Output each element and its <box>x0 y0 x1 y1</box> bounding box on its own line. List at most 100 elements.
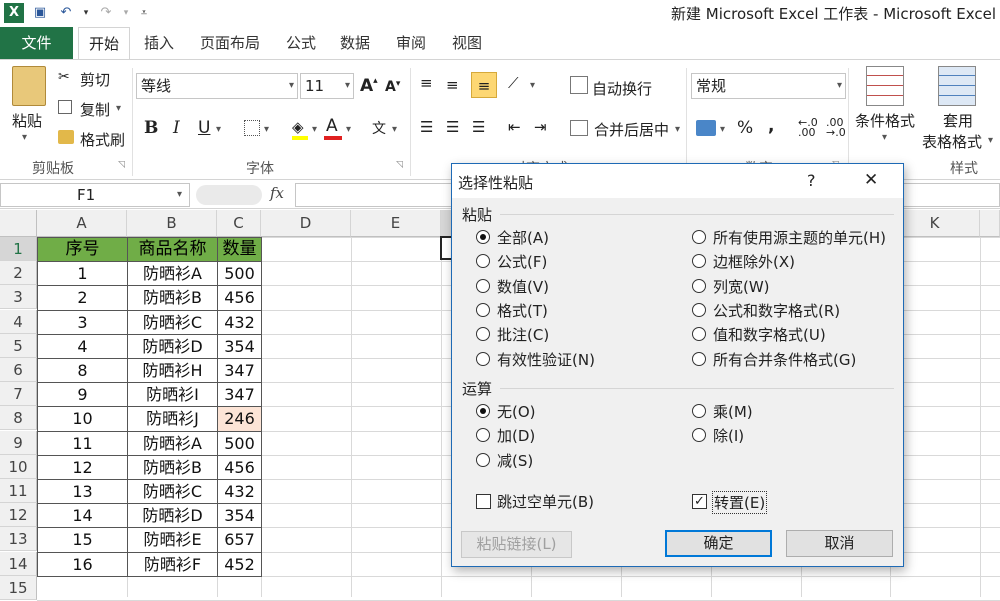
orientation-icon[interactable]: ⟋ <box>508 74 519 92</box>
table-cell[interactable]: 500 <box>217 430 262 456</box>
redo-icon[interactable]: ↷ <box>96 3 116 23</box>
conditional-format-button[interactable]: 条件格式 <box>855 110 915 131</box>
table-cell[interactable]: 防晒衫B <box>127 454 218 480</box>
column-header-d[interactable]: D <box>261 210 351 237</box>
copy-button[interactable]: 复制 <box>80 99 110 120</box>
table-cell[interactable]: 452 <box>217 551 262 577</box>
row-header[interactable]: 10 <box>0 454 37 479</box>
border-icon[interactable] <box>244 120 260 136</box>
operation-option-label[interactable]: 乘(M) <box>713 401 753 422</box>
wrap-text-icon[interactable] <box>570 76 588 94</box>
align-bottom-icon[interactable]: ≡ <box>471 72 497 98</box>
merge-center-button[interactable]: 合并后居中 <box>594 119 669 140</box>
font-size-dropdown-icon[interactable]: ▾ <box>345 74 350 98</box>
ok-button[interactable]: 确定 <box>665 530 772 557</box>
table-cell[interactable]: 354 <box>217 503 262 529</box>
phonetic-icon[interactable]: 文 <box>372 118 386 138</box>
table-cell[interactable]: 500 <box>217 261 262 287</box>
skip-blanks-checkbox[interactable] <box>476 494 491 509</box>
table-cell[interactable]: 3 <box>37 309 128 335</box>
table-cell[interactable]: 防晒衫J <box>127 406 218 432</box>
paste-option-radio[interactable] <box>692 278 706 293</box>
tab-view[interactable]: 视图 <box>444 27 490 59</box>
paste-option-radio[interactable] <box>692 327 706 342</box>
accounting-format-icon[interactable] <box>696 120 716 136</box>
table-cell[interactable]: 432 <box>217 479 262 505</box>
phonetic-dropdown-icon[interactable]: ▾ <box>392 124 397 135</box>
font-name-combo[interactable]: 等线 ▾ <box>136 73 298 99</box>
cut-icon[interactable]: ✂ <box>58 69 70 85</box>
table-cell[interactable]: 12 <box>37 454 128 480</box>
row-header[interactable]: 12 <box>0 503 37 528</box>
table-cell[interactable]: 14 <box>37 503 128 529</box>
paste-option-radio[interactable] <box>476 302 490 317</box>
table-cell[interactable]: 16 <box>37 551 128 577</box>
column-header-a[interactable]: A <box>37 210 127 237</box>
table-cell[interactable]: 10 <box>37 406 128 432</box>
help-button[interactable]: ? <box>807 171 816 190</box>
tab-review[interactable]: 审阅 <box>388 27 434 59</box>
align-center-icon[interactable]: ☰ <box>446 118 459 136</box>
table-cell[interactable]: 防晒衫D <box>127 503 218 529</box>
table-cell[interactable]: 防晒衫B <box>127 285 218 311</box>
tab-data[interactable]: 数据 <box>332 27 378 59</box>
undo-dropdown-icon[interactable]: ▾ <box>76 3 96 23</box>
orientation-dropdown-icon[interactable]: ▾ <box>530 80 535 91</box>
format-as-table-icon[interactable] <box>938 66 976 106</box>
table-cell[interactable]: 8 <box>37 358 128 384</box>
header-cell[interactable]: 数量 <box>217 237 262 263</box>
number-format-dropdown-icon[interactable]: ▾ <box>837 74 842 98</box>
redo-dropdown-icon[interactable]: ▾ <box>116 3 136 23</box>
border-dropdown-icon[interactable]: ▾ <box>264 124 269 135</box>
paste-option-label[interactable]: 有效性验证(N) <box>497 349 595 370</box>
table-cell[interactable]: 432 <box>217 309 262 335</box>
tab-page-layout[interactable]: 页面布局 <box>190 27 270 59</box>
paste-option-label[interactable]: 所有合并条件格式(G) <box>713 349 856 370</box>
table-cell[interactable]: 防晒衫C <box>127 309 218 335</box>
operation-option-label[interactable]: 减(S) <box>497 450 533 471</box>
operation-option-radio[interactable] <box>476 452 490 467</box>
paste-option-radio[interactable] <box>476 278 490 293</box>
clipboard-launcher-icon[interactable]: ◹ <box>118 160 125 170</box>
column-header-b[interactable]: B <box>127 210 217 237</box>
paste-option-radio[interactable] <box>476 230 490 244</box>
paste-option-label[interactable]: 数值(V) <box>497 276 549 297</box>
row-header[interactable]: 15 <box>0 575 37 600</box>
operation-option-label[interactable]: 加(D) <box>497 425 535 446</box>
undo-icon[interactable]: ↶ <box>56 3 76 23</box>
format-as-table-dropdown-icon[interactable]: ▾ <box>988 135 993 146</box>
row-header[interactable]: 6 <box>0 358 37 382</box>
font-size-combo[interactable]: 11 ▾ <box>300 73 354 99</box>
paste-option-label[interactable]: 列宽(W) <box>713 276 770 297</box>
table-cell[interactable]: 15 <box>37 527 128 553</box>
save-icon[interactable]: ▣ <box>30 3 50 23</box>
align-right-icon[interactable]: ☰ <box>472 118 485 136</box>
operation-option-radio[interactable] <box>692 404 706 418</box>
table-cell[interactable]: 防晒衫A <box>127 261 218 287</box>
operation-option-label[interactable]: 除(I) <box>713 425 744 446</box>
tab-formulas[interactable]: 公式 <box>278 27 324 59</box>
table-cell[interactable]: 347 <box>217 382 262 408</box>
table-cell[interactable]: 防晒衫C <box>127 479 218 505</box>
paste-option-radio[interactable] <box>476 351 490 366</box>
table-cell[interactable]: 13 <box>37 479 128 505</box>
table-cell[interactable]: 456 <box>217 454 262 480</box>
comma-button[interactable]: , <box>768 116 774 136</box>
row-header[interactable]: 5 <box>0 333 37 358</box>
number-format-combo[interactable]: 常规 ▾ <box>691 73 846 99</box>
table-cell[interactable]: 2 <box>37 285 128 311</box>
table-cell[interactable]: 347 <box>217 358 262 384</box>
paste-link-button[interactable]: 粘贴链接(L) <box>461 531 572 558</box>
fill-color-dropdown-icon[interactable]: ▾ <box>312 124 317 135</box>
row-header[interactable]: 2 <box>0 261 37 286</box>
shrink-font-icon[interactable]: A▾ <box>385 79 400 95</box>
table-cell[interactable]: 11 <box>37 430 128 456</box>
conditional-format-icon[interactable] <box>866 66 904 106</box>
paste-option-label[interactable]: 公式(F) <box>497 251 547 272</box>
decrease-decimal-icon[interactable]: .00 →.0 <box>826 117 846 138</box>
font-name-dropdown-icon[interactable]: ▾ <box>289 74 294 98</box>
cancel-button[interactable]: 取消 <box>786 530 893 557</box>
copy-dropdown-icon[interactable]: ▾ <box>116 103 121 114</box>
format-painter-icon[interactable] <box>58 130 74 144</box>
font-launcher-icon[interactable]: ◹ <box>396 160 403 170</box>
